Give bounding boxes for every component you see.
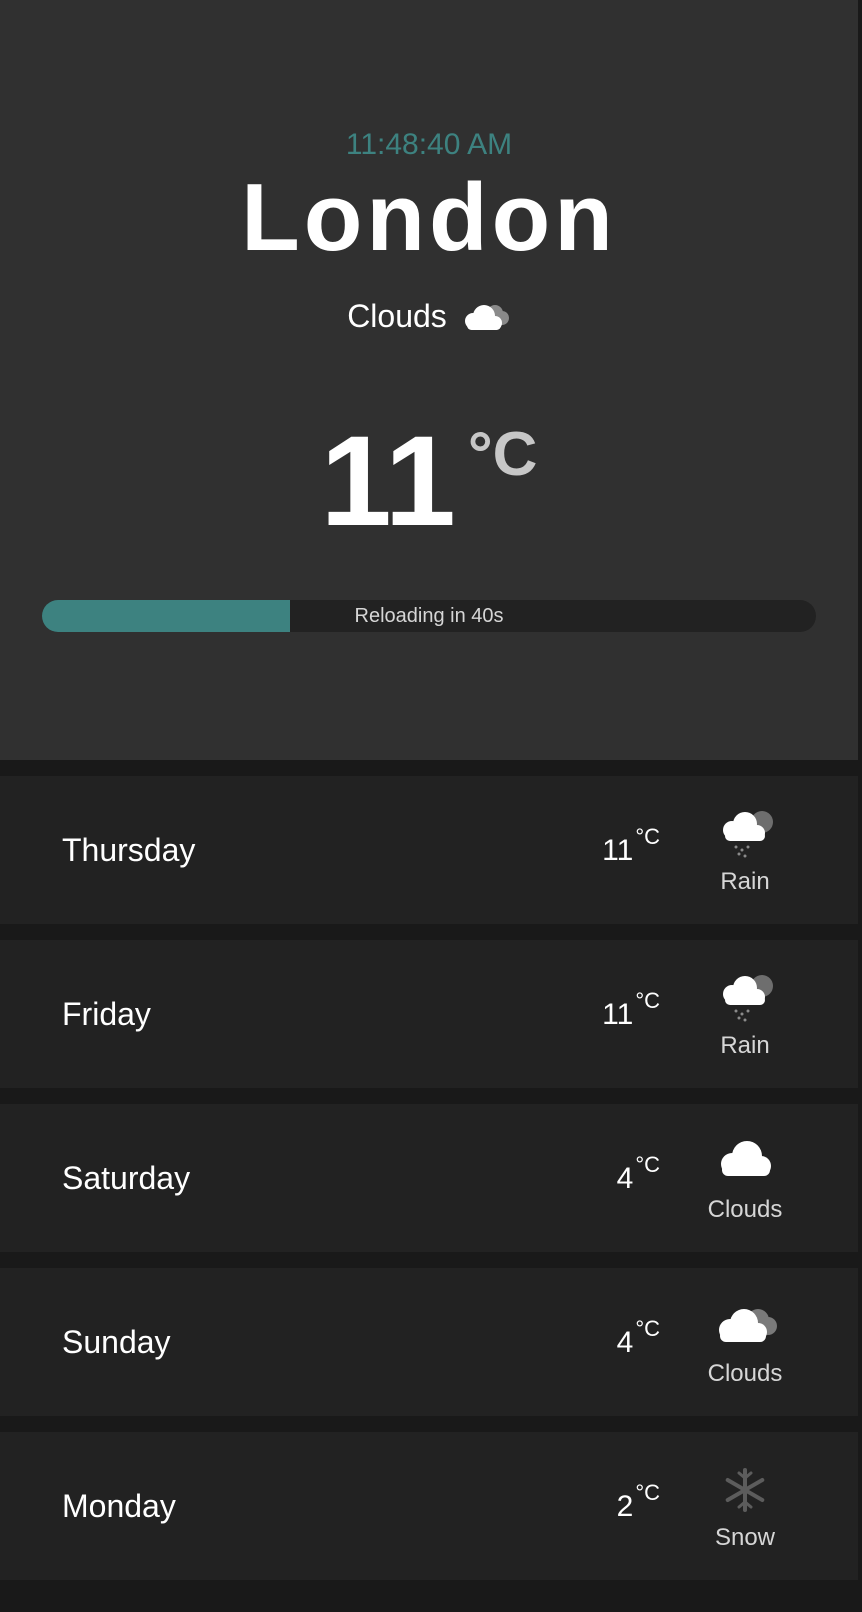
forecast-temperature: 4 °C	[616, 1152, 660, 1196]
current-time: 11:48:40 AM	[345, 128, 513, 161]
forecast-day: Friday	[62, 996, 151, 1032]
forecast-list: Thursday 11 °C Rain Friday 11 °C Rain Sa…	[0, 776, 858, 1596]
current-weather-panel: 11:48:40 AM London Clouds 11 °C Reloadin…	[0, 0, 858, 760]
city-name: London	[241, 164, 617, 271]
current-temperature: 11 °C	[0, 418, 858, 546]
forecast-row: Friday 11 °C Rain	[0, 940, 858, 1088]
forecast-temp-unit: °C	[635, 1152, 660, 1177]
forecast-description: Rain	[720, 868, 770, 895]
forecast-temp-unit: °C	[635, 1316, 660, 1341]
forecast-temperature: 11 °C	[602, 988, 660, 1032]
rain-icon	[723, 811, 773, 858]
rain-icon	[723, 975, 773, 1022]
forecast-temp-unit: °C	[635, 1480, 660, 1505]
forecast-temp-value: 11	[602, 998, 634, 1031]
forecast-temp-unit: °C	[635, 988, 660, 1013]
cloud-icon	[721, 1141, 771, 1176]
forecast-row: Thursday 11 °C Rain	[0, 776, 858, 924]
forecast-temp-unit: °C	[635, 824, 660, 849]
forecast-day: Saturday	[62, 1160, 191, 1196]
forecast-description: Snow	[714, 1524, 776, 1551]
forecast-temp-value: 4	[616, 1326, 634, 1359]
current-condition: Clouds	[0, 298, 858, 335]
forecast-day: Monday	[62, 1488, 176, 1524]
temperature-unit: °C	[467, 420, 538, 489]
forecast-temp-value: 11	[602, 834, 634, 867]
forecast-day: Thursday	[62, 832, 196, 868]
forecast-temperature: 4 °C	[616, 1316, 660, 1360]
forecast-temperature: 11 °C	[602, 824, 660, 868]
forecast-description: Clouds	[707, 1360, 783, 1387]
condition-label: Clouds	[347, 298, 447, 334]
forecast-description: Rain	[720, 1032, 770, 1059]
snow-icon	[725, 1468, 765, 1512]
forecast-temperature: 2 °C	[616, 1480, 660, 1524]
reload-progress-label: Reloading in 40s	[354, 605, 504, 627]
forecast-row: Sunday 4 °C Clouds	[0, 1268, 858, 1416]
forecast-row: Saturday 4 °C Clouds	[0, 1104, 858, 1252]
weather-page: 11:48:40 AM London Clouds 11 °C Reloadin…	[0, 0, 862, 1612]
forecast-temp-value: 4	[616, 1162, 634, 1195]
clouds-icon	[464, 304, 509, 330]
forecast-row: Monday 2 °C Snow	[0, 1432, 858, 1580]
temperature-value: 11	[320, 410, 456, 553]
reload-progress-bar: Reloading in 40s	[42, 600, 816, 632]
forecast-temp-value: 2	[616, 1490, 634, 1523]
clouds-icon	[719, 1309, 777, 1342]
forecast-description: Clouds	[707, 1196, 783, 1223]
forecast-day: Sunday	[62, 1324, 171, 1360]
